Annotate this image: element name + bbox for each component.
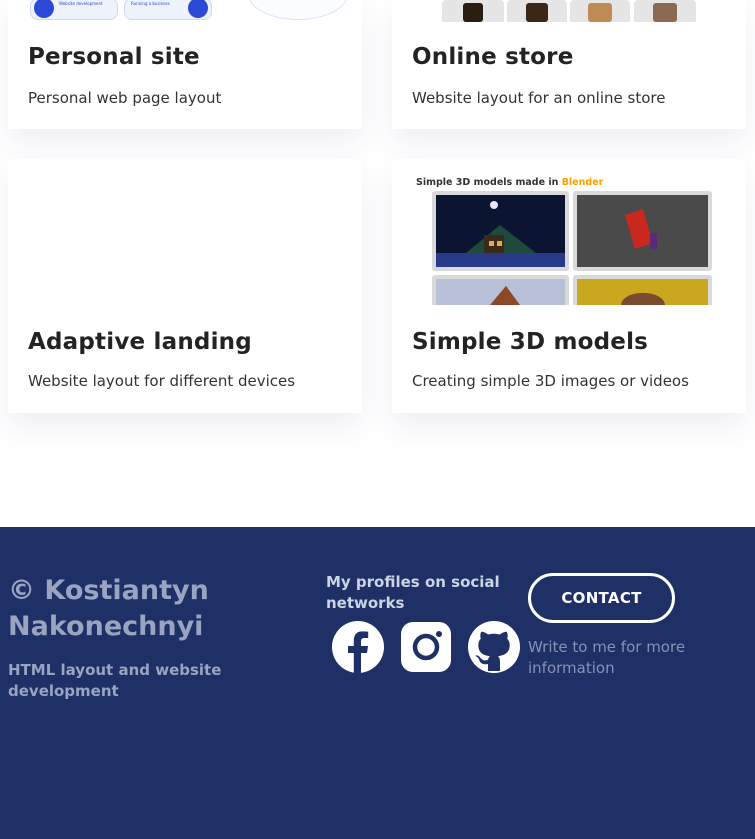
model-render-vase bbox=[573, 275, 712, 305]
card-description: Creating simple 3D images or videos bbox=[412, 372, 689, 390]
project-card-online-store[interactable]: Online store Website layout for an onlin… bbox=[392, 0, 746, 129]
thumb-product bbox=[507, 0, 567, 22]
projects-section: Website development Running a business P… bbox=[0, 0, 755, 527]
thumb-pill-label: Website development bbox=[59, 1, 103, 6]
footer-tagline: HTML layout and website development bbox=[8, 661, 222, 700]
project-card-personal-site[interactable]: Website development Running a business P… bbox=[8, 0, 362, 129]
card-title: Simple 3D models bbox=[412, 329, 649, 355]
project-card-simple-3d-models[interactable]: Simple 3D models made in Blender Simple … bbox=[392, 159, 746, 413]
card-description: Personal web page layout bbox=[28, 89, 222, 107]
model-render-cake bbox=[432, 275, 569, 305]
thumb-caption-brand: Blender bbox=[561, 177, 604, 188]
thumb-dot-icon bbox=[34, 0, 54, 18]
instagram-icon bbox=[401, 622, 451, 672]
model-render-snack bbox=[573, 191, 712, 271]
thumb-dot-icon bbox=[188, 0, 208, 18]
thumb-caption: Simple 3D models made in Blender bbox=[416, 177, 603, 188]
models-thumbnail: Simple 3D models made in Blender bbox=[392, 159, 746, 305]
model-render-house bbox=[432, 191, 569, 271]
adaptive-landing-thumbnail bbox=[8, 159, 362, 305]
thumb-caption-text: Simple 3D models made in bbox=[416, 177, 559, 188]
card-title: Online store bbox=[412, 44, 574, 70]
card-title: Adaptive landing bbox=[28, 329, 252, 355]
copyright-name: © Kostiantyn Nakonechnyi bbox=[8, 575, 209, 642]
contact-button[interactable]: CONTACT bbox=[528, 573, 675, 623]
site-footer: © Kostiantyn Nakonechnyi HTML layout and… bbox=[0, 527, 755, 839]
github-icon bbox=[468, 621, 520, 673]
social-title: My profiles on social networks bbox=[326, 573, 500, 612]
project-card-adaptive-landing[interactable]: Adaptive landing Website layout for diff… bbox=[8, 159, 362, 413]
thumb-product bbox=[634, 0, 696, 22]
card-description: Website layout for different devices bbox=[28, 372, 296, 390]
facebook-icon bbox=[332, 621, 384, 673]
contact-note: Write to me for more information bbox=[528, 638, 686, 677]
card-description: Website layout for an online store bbox=[412, 89, 666, 107]
thumb-decoration bbox=[248, 0, 348, 20]
personal-site-thumbnail: Website development Running a business bbox=[8, 0, 362, 22]
online-store-thumbnail bbox=[392, 0, 746, 22]
instagram-link[interactable] bbox=[399, 620, 453, 674]
thumb-pill: Website development bbox=[30, 0, 118, 20]
thumb-pill: Running a business bbox=[124, 0, 212, 20]
facebook-link[interactable] bbox=[331, 620, 385, 674]
thumb-product bbox=[442, 0, 504, 22]
thumb-product bbox=[570, 0, 630, 22]
thumb-pill-label: Running a business bbox=[131, 1, 170, 6]
github-link[interactable] bbox=[467, 620, 521, 674]
card-title: Personal site bbox=[28, 44, 200, 70]
